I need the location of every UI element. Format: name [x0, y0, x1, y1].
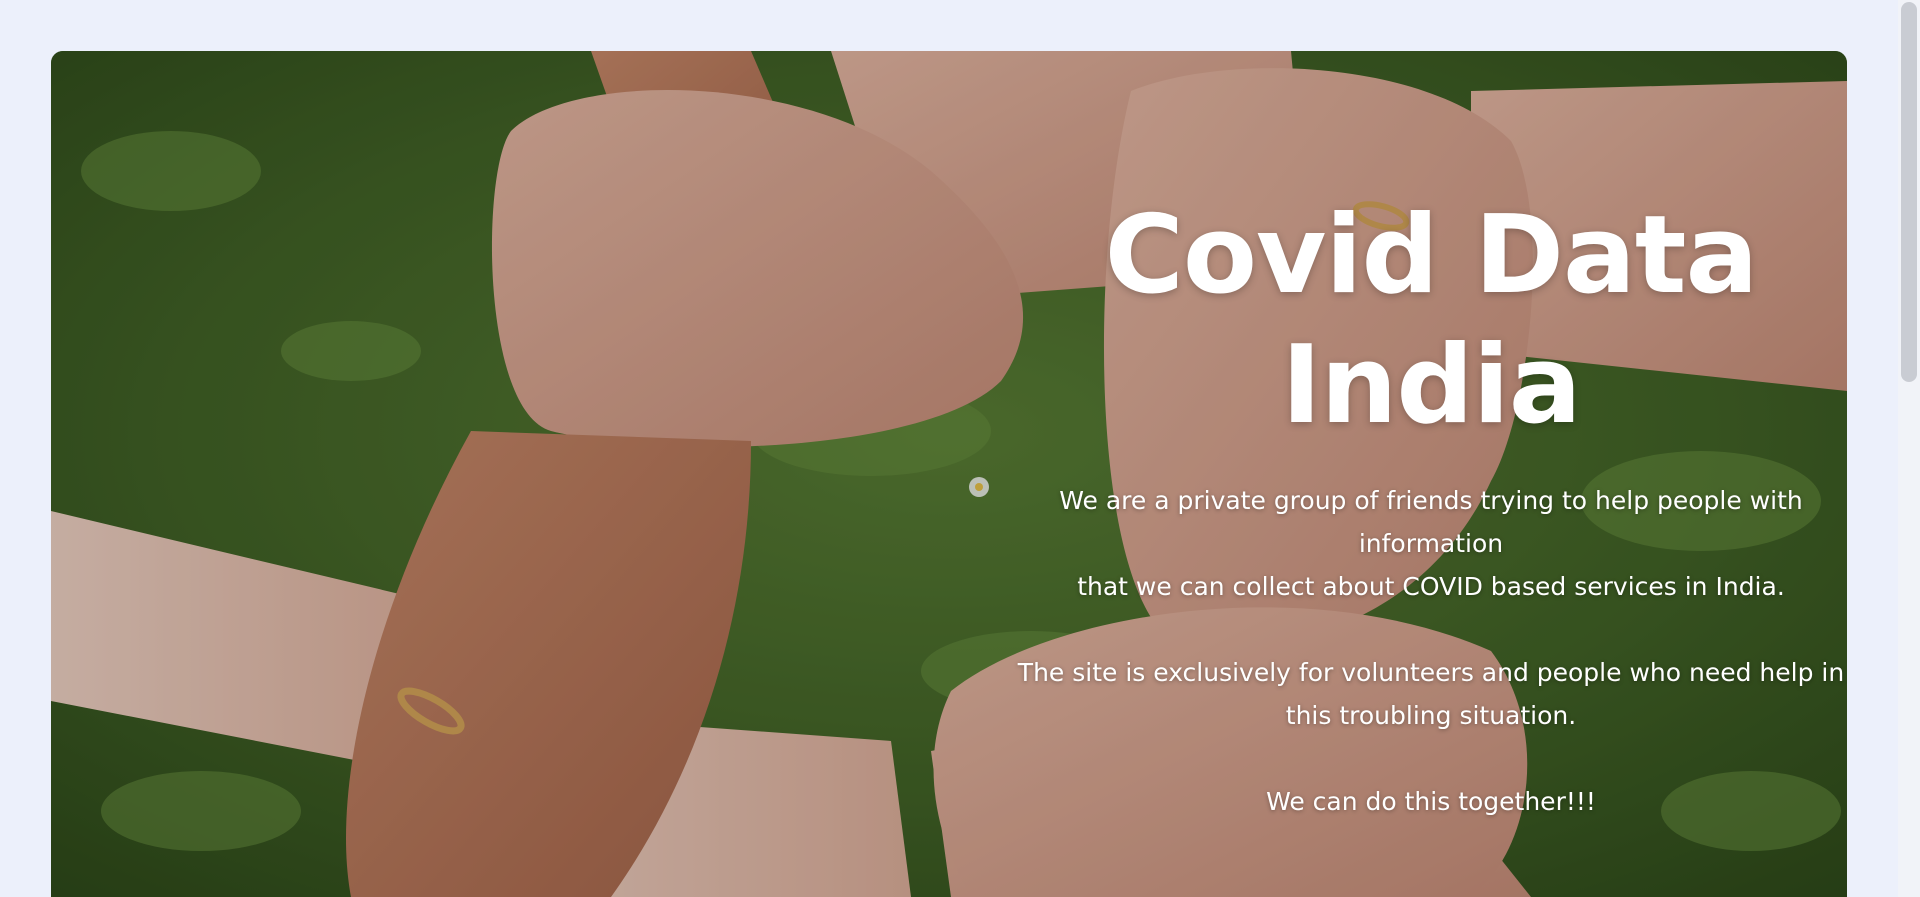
vertical-scrollbar[interactable]	[1898, 0, 1920, 897]
hero-title-line2: India	[1281, 323, 1581, 448]
hero-paragraph2-line1: The site is exclusively for volunteers a…	[1017, 658, 1845, 687]
hero-paragraph1-line2: information	[1358, 529, 1504, 558]
page: Covid Data India We are a private group …	[0, 0, 1920, 897]
hero-description: We are a private group of friends trying…	[971, 479, 1847, 823]
hero-paragraph1-line1: We are a private group of friends trying…	[1059, 486, 1803, 515]
hero-paragraph2-line2: this troubling situation.	[1285, 701, 1577, 730]
hero-banner: Covid Data India We are a private group …	[51, 51, 1847, 897]
hero-paragraph3: We can do this together!!!	[1266, 787, 1596, 816]
hero-content: Covid Data India We are a private group …	[971, 191, 1847, 823]
hero-title: Covid Data India	[971, 191, 1847, 451]
scrollbar-thumb[interactable]	[1901, 2, 1917, 382]
hero-title-line1: Covid Data	[1104, 193, 1759, 318]
hero-paragraph1-line3: that we can collect about COVID based se…	[1077, 572, 1785, 601]
